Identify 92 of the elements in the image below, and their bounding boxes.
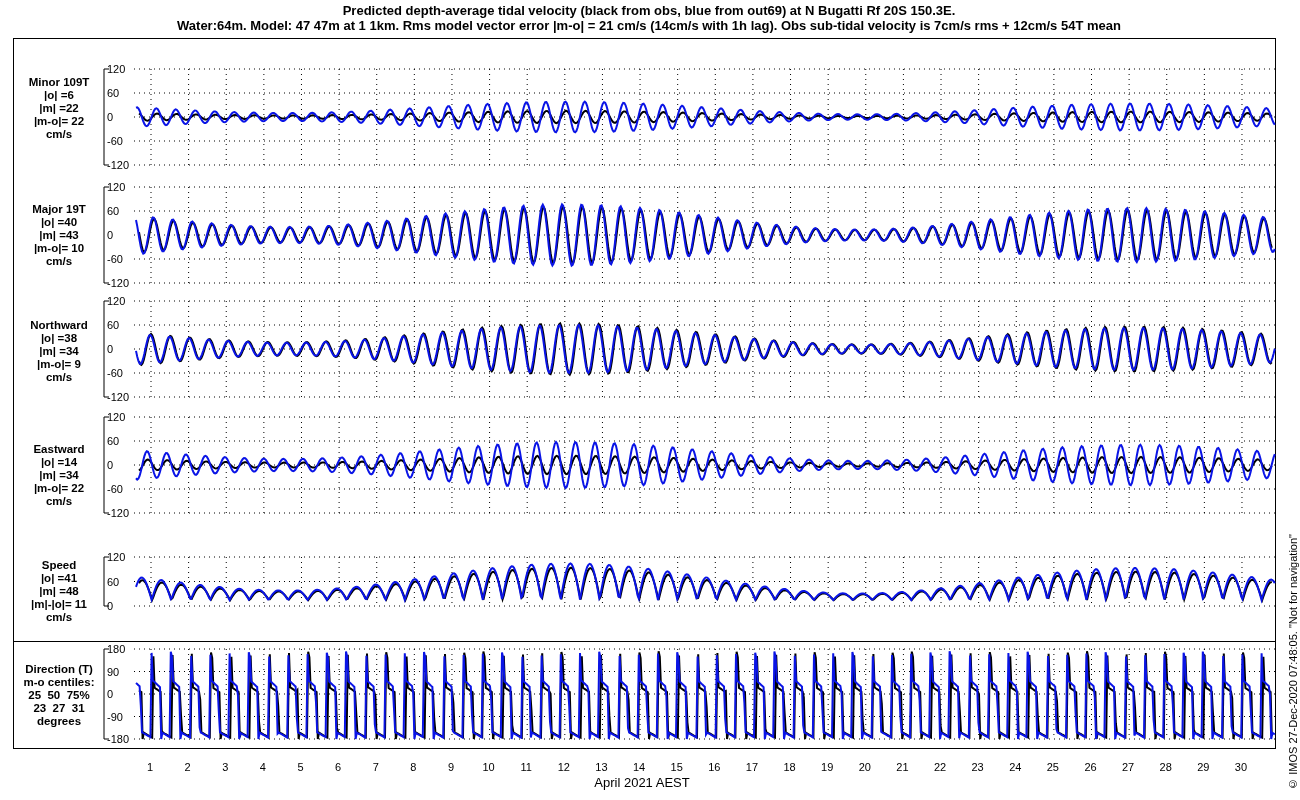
panel-label-line: cm/s — [45, 127, 73, 141]
axis-tick-label: 120 — [107, 551, 126, 563]
panel-label-line: cm/s — [45, 494, 73, 508]
axis-tick-label: 0 — [107, 600, 114, 612]
axis-tick-label: -60 — [107, 367, 123, 379]
footer-note: © IMOS 27-Dec-2020 07:48:05. "Not for navigation" — [1286, 534, 1299, 790]
panel-label-line: |o| =6 — [44, 88, 74, 102]
chart-subtitle: Water:64m. Model: 47 47m at 1 1km. Rms model vector error |m-o| = 21 cm/s (14cm/s with 1h lag). Obs sub-tidal velocity is 7cm/s rms + 12cm/s 54T mean — [177, 18, 1121, 33]
panel-label-line: 23 27 31 — [33, 701, 85, 715]
panel-label-line: |m-o|= 10 — [33, 241, 85, 255]
axis-tick-label: 24 — [1009, 761, 1022, 773]
panel-label-line: |o| =41 — [40, 571, 78, 585]
axis-tick-label: 25 — [1046, 761, 1059, 773]
panel-label-line: |m|-|o|= 11 — [31, 597, 87, 611]
axis-tick-label: 4 — [259, 761, 266, 773]
axis-tick-label: 8 — [410, 761, 417, 773]
panel-label-line: |m| =22 — [39, 101, 79, 115]
axis-tick-label: 23 — [971, 761, 984, 773]
axis-tick-label: 90 — [107, 665, 120, 678]
axis-tick-label: -60 — [107, 253, 123, 265]
axis-tick-label: 180 — [107, 643, 126, 655]
axis-tick-label: 29 — [1197, 761, 1210, 773]
axis-tick-label: 28 — [1159, 761, 1172, 773]
axis-tick-label: -90 — [107, 710, 123, 723]
panel-label-line: 25 50 75% — [28, 688, 90, 702]
axis-tick-label: 1 — [146, 761, 154, 773]
axis-tick-label: 60 — [107, 435, 120, 447]
axis-tick-label: 7 — [372, 761, 379, 773]
axis-tick-label: 0 — [107, 459, 114, 471]
axis-tick-label: 11 — [520, 761, 532, 773]
panel-label-line: |m-o|= 9 — [37, 357, 81, 371]
chart-title: Predicted depth-average tidal velocity (black from obs, blue from out69) at N Bugatti Rf 20S 150.3E. — [342, 3, 956, 18]
axis-tick-label: 0 — [107, 229, 114, 241]
axis-tick-label: -120 — [107, 391, 130, 403]
axis-tick-label: 60 — [107, 205, 120, 217]
axis-tick-label: 3 — [222, 761, 229, 773]
axis-tick-label: 18 — [783, 761, 796, 773]
axis-tick-label: 30 — [1234, 761, 1248, 773]
axis-tick-label: -120 — [107, 507, 130, 519]
axis-tick-label: 19 — [821, 761, 834, 773]
axis-tick-label: 0 — [107, 111, 114, 123]
panel-label-line: |o| =38 — [40, 331, 78, 345]
axis-tick-label: -60 — [107, 483, 123, 495]
panel-label-line: cm/s — [45, 610, 73, 624]
axis-tick-label: -120 — [107, 159, 130, 171]
panel-label-line: |o| =14 — [40, 455, 78, 469]
axis-tick-label: 0 — [107, 343, 114, 355]
axis-tick-label: -120 — [107, 277, 130, 289]
panel-label-line: |m| =43 — [39, 228, 79, 242]
axis-tick-label: 60 — [107, 319, 120, 331]
axis-tick-label: 9 — [447, 761, 454, 773]
panel-label-line: cm/s — [45, 370, 73, 384]
panel-label-line: Northward — [30, 318, 88, 332]
panel-label-line: Minor 109T — [28, 75, 90, 89]
axis-tick-label: 17 — [745, 761, 759, 773]
axis-tick-label: 20 — [858, 761, 871, 773]
axis-tick-label: 21 — [896, 761, 909, 773]
axis-tick-label: 5 — [297, 761, 304, 773]
axis-tick-label: 60 — [107, 575, 120, 588]
panel-label-line: |m| =34 — [39, 468, 79, 482]
panel-label-line: |m-o|= 22 — [33, 481, 85, 495]
panel-label-line: Major 19T — [32, 202, 86, 216]
axis-tick-label: 120 — [107, 411, 126, 423]
panel-label-line: |m| =34 — [39, 344, 79, 358]
panel-label-line: |m-o|= 22 — [33, 114, 85, 128]
axis-tick-label: 120 — [107, 181, 126, 193]
axis-tick-label: 15 — [670, 761, 683, 773]
panel-label-line: Eastward — [33, 442, 85, 456]
axis-tick-label: 120 — [107, 63, 126, 75]
panel-label-line: degrees — [36, 714, 82, 728]
axis-tick-label: 27 — [1122, 761, 1135, 773]
panel-label-line: cm/s — [45, 254, 73, 268]
axis-tick-label: 10 — [482, 761, 495, 773]
axis-tick-label: -180 — [107, 733, 130, 745]
axis-tick-label: 14 — [632, 761, 646, 773]
panel-label-line: |m| =48 — [39, 584, 79, 598]
axis-tick-label: 60 — [107, 87, 120, 99]
panel-label-line: m-o centiles: — [23, 675, 95, 689]
axis-tick-label: 22 — [933, 761, 947, 773]
axis-tick-label: 12 — [557, 761, 570, 773]
x-axis-label: April 2021 AEST — [594, 775, 690, 790]
axis-tick-label: 2 — [184, 761, 191, 773]
axis-tick-label: 16 — [708, 761, 721, 773]
panel-label-line: Speed — [41, 558, 77, 572]
panel-label-line: Direction (T) — [25, 662, 93, 676]
panel-label-line: |o| =40 — [40, 215, 78, 229]
axis-tick-label: 6 — [335, 761, 342, 773]
axis-tick-label: 0 — [107, 688, 114, 700]
axis-tick-label: -60 — [107, 135, 123, 147]
axis-tick-label: 26 — [1084, 761, 1097, 773]
axis-tick-label: 13 — [595, 761, 608, 773]
axis-tick-label: 120 — [107, 295, 126, 307]
